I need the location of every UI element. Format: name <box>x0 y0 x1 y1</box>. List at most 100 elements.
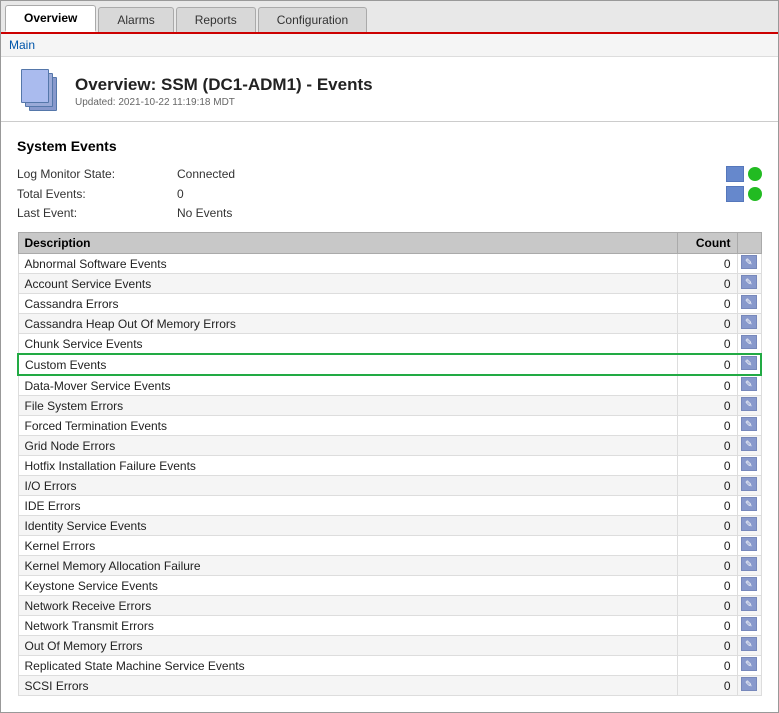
event-count: 0 <box>677 334 737 355</box>
event-description: Kernel Memory Allocation Failure <box>18 556 677 576</box>
table-header-row: Description Count <box>18 233 761 254</box>
edit-icon[interactable] <box>741 457 757 471</box>
event-action[interactable] <box>737 496 761 516</box>
green-status-1 <box>748 167 762 181</box>
table-row: Cassandra Heap Out Of Memory Errors0 <box>18 314 761 334</box>
event-action[interactable] <box>737 576 761 596</box>
table-row: Forced Termination Events0 <box>18 416 761 436</box>
breadcrumb-main[interactable]: Main <box>9 38 35 52</box>
grid-icon-1 <box>726 166 744 182</box>
event-action[interactable] <box>737 536 761 556</box>
edit-icon[interactable] <box>741 577 757 591</box>
edit-icon[interactable] <box>741 437 757 451</box>
event-action[interactable] <box>737 476 761 496</box>
tab-alarms[interactable]: Alarms <box>98 7 173 32</box>
event-action[interactable] <box>737 676 761 696</box>
tab-configuration[interactable]: Configuration <box>258 7 367 32</box>
edit-icon[interactable] <box>741 377 757 391</box>
edit-icon[interactable] <box>741 557 757 571</box>
table-row: IDE Errors0 <box>18 496 761 516</box>
event-action[interactable] <box>737 416 761 436</box>
edit-icon[interactable] <box>741 275 757 289</box>
edit-icon[interactable] <box>741 597 757 611</box>
col-description: Description <box>18 233 677 254</box>
edit-icon[interactable] <box>741 315 757 329</box>
edit-icon[interactable] <box>741 356 757 370</box>
edit-icon[interactable] <box>741 637 757 651</box>
event-action[interactable] <box>737 656 761 676</box>
event-description: Cassandra Errors <box>18 294 677 314</box>
event-description: Grid Node Errors <box>18 436 677 456</box>
tab-reports[interactable]: Reports <box>176 7 256 32</box>
table-row: SCSI Errors0 <box>18 676 761 696</box>
event-description: Abnormal Software Events <box>18 254 677 274</box>
event-count: 0 <box>677 416 737 436</box>
table-row: Kernel Errors0 <box>18 536 761 556</box>
breadcrumb-bar: Main <box>1 34 778 57</box>
total-events-row: Total Events: 0 <box>17 184 762 204</box>
last-event-row: Last Event: No Events <box>17 204 762 222</box>
table-row: Grid Node Errors0 <box>18 436 761 456</box>
edit-icon[interactable] <box>741 677 757 691</box>
table-row: Account Service Events0 <box>18 274 761 294</box>
event-action[interactable] <box>737 274 761 294</box>
table-row: Abnormal Software Events0 <box>18 254 761 274</box>
event-action[interactable] <box>737 396 761 416</box>
tab-bar: OverviewAlarmsReportsConfiguration <box>1 1 778 34</box>
event-action[interactable] <box>737 375 761 396</box>
edit-icon[interactable] <box>741 255 757 269</box>
edit-icon[interactable] <box>741 537 757 551</box>
edit-icon[interactable] <box>741 295 757 309</box>
event-action[interactable] <box>737 354 761 375</box>
log-monitor-row: Log Monitor State: Connected <box>17 164 762 184</box>
event-action[interactable] <box>737 636 761 656</box>
event-count: 0 <box>677 476 737 496</box>
event-count: 0 <box>677 396 737 416</box>
header-section: Overview: SSM (DC1-ADM1) - Events Update… <box>1 57 778 122</box>
event-action[interactable] <box>737 294 761 314</box>
event-description: Account Service Events <box>18 274 677 294</box>
edit-icon[interactable] <box>741 617 757 631</box>
event-description: Forced Termination Events <box>18 416 677 436</box>
event-count: 0 <box>677 636 737 656</box>
table-row: Kernel Memory Allocation Failure0 <box>18 556 761 576</box>
last-event-label: Last Event: <box>17 206 177 220</box>
ssm-icon <box>17 69 61 113</box>
total-events-icons <box>726 186 762 202</box>
event-count: 0 <box>677 314 737 334</box>
table-row: Data-Mover Service Events0 <box>18 375 761 396</box>
event-count: 0 <box>677 496 737 516</box>
green-status-2 <box>748 187 762 201</box>
event-action[interactable] <box>737 254 761 274</box>
event-action[interactable] <box>737 456 761 476</box>
event-description: Kernel Errors <box>18 536 677 556</box>
updated-timestamp: Updated: 2021-10-22 11:19:18 MDT <box>75 97 373 108</box>
event-action[interactable] <box>737 556 761 576</box>
edit-icon[interactable] <box>741 497 757 511</box>
event-count: 0 <box>677 516 737 536</box>
event-action[interactable] <box>737 616 761 636</box>
event-action[interactable] <box>737 436 761 456</box>
info-grid: Log Monitor State: Connected Total Event… <box>17 164 762 222</box>
event-count: 0 <box>677 536 737 556</box>
event-count: 0 <box>677 254 737 274</box>
edit-icon[interactable] <box>741 417 757 431</box>
table-row: Custom Events0 <box>18 354 761 375</box>
tab-overview[interactable]: Overview <box>5 5 96 32</box>
edit-icon[interactable] <box>741 657 757 671</box>
event-count: 0 <box>677 576 737 596</box>
edit-icon[interactable] <box>741 477 757 491</box>
event-count: 0 <box>677 556 737 576</box>
event-action[interactable] <box>737 516 761 536</box>
event-action[interactable] <box>737 334 761 355</box>
log-monitor-icons <box>726 166 762 182</box>
event-action[interactable] <box>737 314 761 334</box>
event-count: 0 <box>677 354 737 375</box>
edit-icon[interactable] <box>741 517 757 531</box>
edit-icon[interactable] <box>741 335 757 349</box>
table-body: Abnormal Software Events0Account Service… <box>18 254 761 696</box>
total-events-value: 0 <box>177 187 726 201</box>
edit-icon[interactable] <box>741 397 757 411</box>
event-count: 0 <box>677 616 737 636</box>
event-action[interactable] <box>737 596 761 616</box>
